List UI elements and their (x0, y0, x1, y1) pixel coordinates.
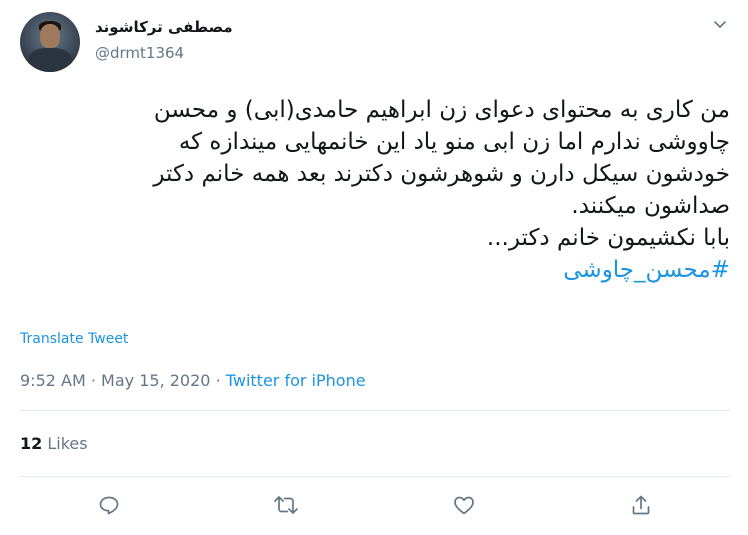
likes-label: Likes (47, 434, 88, 453)
share-button[interactable] (626, 490, 656, 520)
translate-tweet-link[interactable]: Translate Tweet (20, 331, 128, 347)
tweet-source-link[interactable]: Twitter for iPhone (226, 371, 366, 390)
likes-count: 12 (20, 434, 43, 453)
heart-icon (454, 496, 474, 515)
hashtag-link[interactable]: #محسن_چاوشی (18, 254, 730, 286)
divider (20, 476, 730, 477)
divider (20, 410, 730, 411)
reply-button[interactable] (94, 490, 124, 520)
user-handle[interactable]: @drmt1364 (95, 44, 184, 62)
likes-link[interactable]: 12 Likes (20, 434, 88, 453)
avatar-body (28, 48, 72, 72)
more-options-button[interactable] (708, 12, 732, 36)
avatar-head (40, 24, 60, 48)
tweet-date[interactable]: May 15, 2020 (101, 371, 210, 390)
meta-separator: · (90, 371, 96, 390)
retweet-button[interactable] (271, 490, 301, 520)
tweet-meta: 9:52 AM · May 15, 2020 · Twitter for iPh… (20, 371, 366, 390)
tweet-time[interactable]: 9:52 AM (20, 371, 86, 390)
tweet-text-line: خودشون سیکل دارن و شوهرشون دکترند بعد هم… (153, 161, 730, 187)
tweet-text: من کاری به محتوای دعوای زن ابراهیم حامدی… (18, 94, 730, 286)
share-icon (632, 495, 650, 515)
reply-icon (99, 496, 119, 515)
like-button[interactable] (449, 490, 479, 520)
action-bar (0, 490, 748, 520)
tweet-text-line: صداشون میکنند. (571, 193, 730, 219)
tweet-text-line: چاووشی ندارم اما زن ابی منو یاد این خانم… (178, 129, 730, 155)
chevron-down-icon (714, 21, 726, 28)
tweet-text-line: من کاری به محتوای دعوای زن ابراهیم حامدی… (153, 97, 730, 123)
display-name[interactable]: مصطفی ترکاشوند (95, 18, 233, 36)
retweet-icon (274, 496, 298, 514)
avatar[interactable] (20, 12, 80, 72)
meta-separator: · (215, 371, 221, 390)
tweet-text-line: بابا نکشیمون خانم دکتر... (486, 225, 730, 251)
